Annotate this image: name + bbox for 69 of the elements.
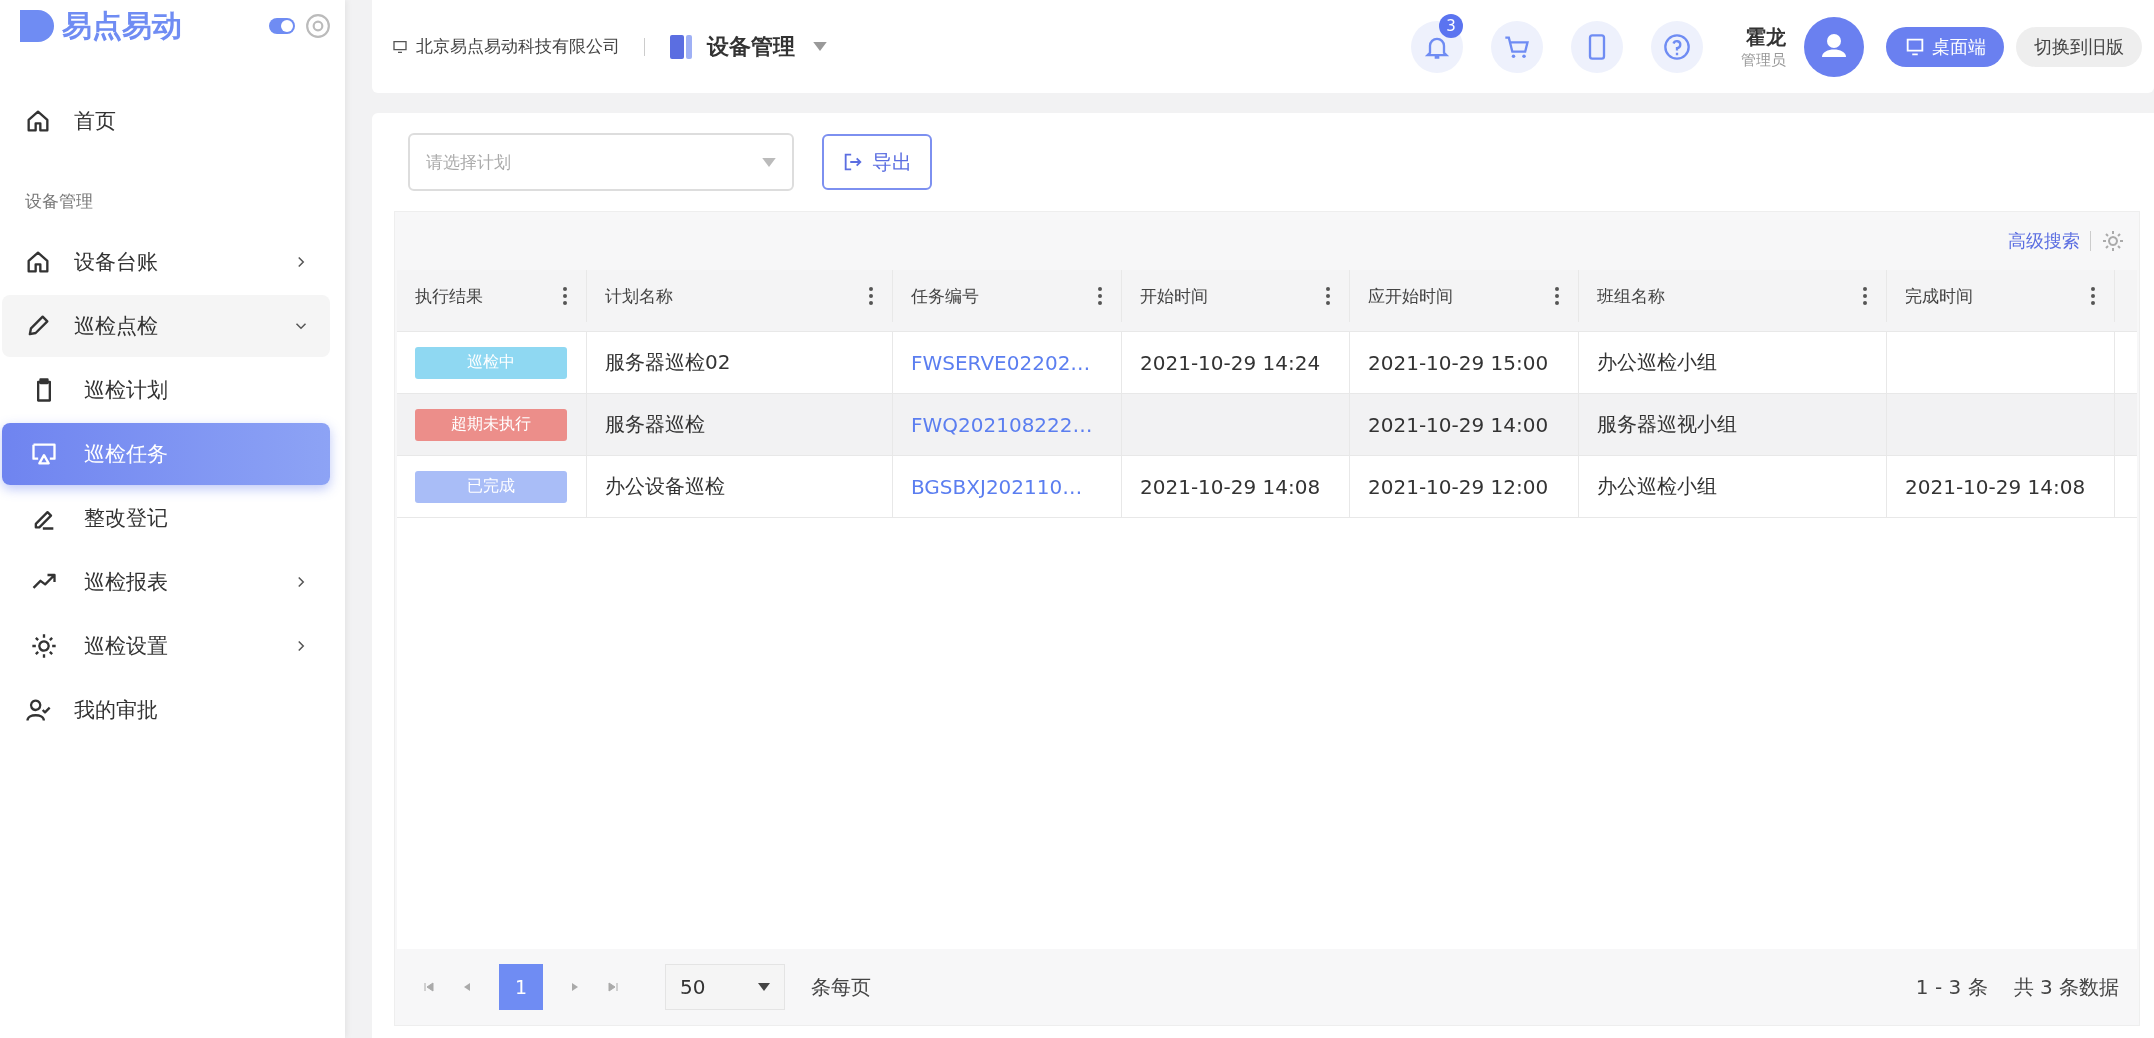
notification-badge: 3 (1439, 13, 1463, 38)
total-text: 共 3 条数据 (2013, 973, 2119, 1001)
desktop-button[interactable]: 桌面端 (1886, 26, 2004, 67)
table-cell: 办公设备巡检 (605, 473, 725, 500)
table-cell: 2021-10-29 14:24 (1140, 350, 1321, 375)
export-icon (842, 151, 864, 173)
column-header[interactable]: 应开始时间 (1350, 270, 1579, 322)
more-icon[interactable] (1325, 286, 1331, 306)
more-icon[interactable] (562, 286, 568, 306)
books-icon (669, 32, 693, 61)
status-tag: 已完成 (415, 470, 567, 503)
page-size-select[interactable]: 50 (665, 964, 785, 1010)
first-page-icon[interactable] (423, 981, 435, 993)
column-header[interactable]: 执行结果 (397, 270, 587, 322)
help-icon (1663, 32, 1691, 61)
user-name: 霍龙 (1746, 23, 1786, 51)
task-number-link[interactable]: BGSBXJ202110… (911, 474, 1083, 499)
table-cell: 2021-10-29 14:08 (1140, 474, 1321, 499)
section-label: 设备管理 (24, 190, 94, 213)
caret-icon (762, 157, 776, 167)
nav-item[interactable]: 巡检点检 (2, 295, 330, 357)
more-icon[interactable] (868, 286, 874, 306)
export-button[interactable]: 导出 (822, 134, 932, 190)
caret-icon (758, 983, 770, 991)
column-header[interactable]: 班组名称 (1579, 270, 1887, 322)
more-icon[interactable] (2090, 286, 2096, 306)
table-cell: 服务器巡检 (605, 411, 705, 438)
nav-item[interactable]: 我的审批 (2, 679, 330, 741)
column-header[interactable]: 计划名称 (587, 270, 893, 322)
target-icon[interactable] (305, 13, 331, 39)
nav-subitem[interactable]: 巡检报表 (2, 551, 330, 613)
caret-icon[interactable] (813, 42, 827, 51)
table-cell: 2021-10-29 14:00 (1368, 412, 1549, 437)
task-number-link[interactable]: FWSERVE02202… (911, 350, 1091, 375)
table-cell: 办公巡检小组 (1597, 473, 1717, 500)
range-text: 1 - 3 条 (1915, 973, 1988, 1001)
company-name[interactable]: 北京易点易动科技有限公司 (416, 35, 620, 58)
page-size-label: 条每页 (811, 973, 871, 1001)
nav-subitem[interactable]: 整改登记 (2, 487, 330, 549)
old-version-button[interactable]: 切换到旧版 (2016, 26, 2142, 67)
avatar[interactable] (1804, 16, 1864, 77)
table-row[interactable]: 超期未执行 服务器巡检 FWQ202108222… 2021-10-29 14:00 服务器巡视小组 (397, 394, 2137, 456)
advanced-search-link[interactable]: 高级搜索 (2008, 229, 2080, 253)
table-cell: 服务器巡视小组 (1597, 411, 1737, 438)
table-cell: 服务器巡检02 (605, 349, 731, 376)
more-icon[interactable] (1097, 286, 1103, 306)
module-switcher[interactable]: 设备管理 (707, 31, 795, 62)
user-role: 管理员 (1741, 50, 1786, 70)
nav-subitem[interactable]: 巡检计划 (2, 359, 330, 421)
table-row[interactable]: 巡检中 服务器巡检02 FWSERVE02202… 2021-10-29 14:24 2021-10-29 15:00 办公巡检小组 (397, 332, 2137, 394)
last-page-icon[interactable] (607, 981, 619, 993)
theme-toggle[interactable] (269, 18, 295, 34)
logo-text: 易点易动 (62, 6, 182, 45)
status-tag: 超期未执行 (415, 408, 567, 441)
more-icon[interactable] (1862, 286, 1868, 306)
nav-item[interactable]: 设备台账 (2, 231, 330, 293)
table-cell: 2021-10-29 12:00 (1368, 474, 1549, 499)
status-tag: 巡检中 (415, 346, 567, 379)
table-cell: 2021-10-29 14:08 (1905, 474, 2086, 499)
table-row[interactable]: 已完成 办公设备巡检 BGSBXJ202110… 2021-10-29 14:08 2021-10-29 12:00 办公巡检小组 2021-10-29 14:08 (397, 456, 2137, 518)
column-header[interactable]: 任务编号 (893, 270, 1122, 322)
nav-item[interactable]: 首页 (2, 90, 330, 152)
monitor-icon (392, 38, 408, 55)
more-icon[interactable] (1554, 286, 1560, 306)
nav-subitem[interactable]: 巡检设置 (2, 615, 330, 677)
table-cell: 2021-10-29 15:00 (1368, 350, 1549, 375)
column-header[interactable]: 完成时间 (1887, 270, 2115, 322)
column-header[interactable]: 开始时间 (1122, 270, 1350, 322)
table-cell: 办公巡检小组 (1597, 349, 1717, 376)
